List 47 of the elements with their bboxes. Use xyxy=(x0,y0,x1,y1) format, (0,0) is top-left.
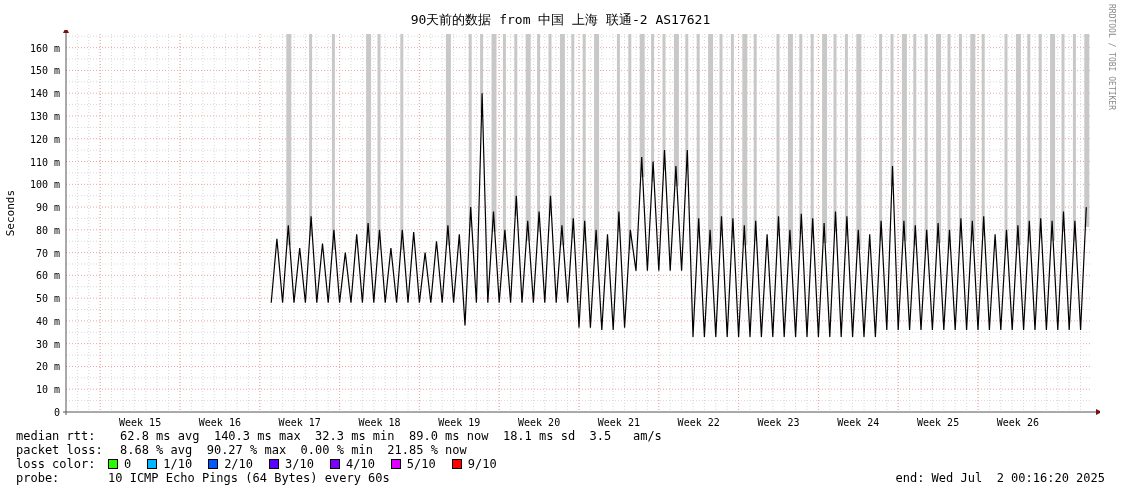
loss-label: 3/10 xyxy=(285,457,314,471)
loss-label: 0 xyxy=(124,457,132,471)
week-label: Week 24 xyxy=(837,417,880,428)
y-tick-label: 90 m xyxy=(35,202,60,214)
y-tick-label: 30 m xyxy=(35,338,60,350)
y-tick-label: 110 m xyxy=(29,156,60,168)
week-label: Week 19 xyxy=(438,417,481,428)
week-label: Week 23 xyxy=(757,417,800,428)
week-label: Week 17 xyxy=(278,417,321,428)
y-tick-label: 130 m xyxy=(29,111,60,122)
week-label: Week 18 xyxy=(358,417,401,428)
y-tick-label: 20 m xyxy=(35,361,60,373)
y-tick-label: 0 xyxy=(53,407,60,418)
chart-title: 90天前的数据 from 中国 上海 联通-2 AS17621 xyxy=(410,13,711,29)
y-tick-label: 160 m xyxy=(29,42,60,54)
loss-label: 1/10 xyxy=(163,457,193,471)
week-label: Week 16 xyxy=(198,417,241,428)
y-tick-label: 40 m xyxy=(35,315,60,327)
y-tick-label: 100 m xyxy=(29,179,60,191)
y-tick-label: 60 m xyxy=(35,270,60,282)
y-tick-label: 120 m xyxy=(29,133,60,145)
y-tick-label: 10 m xyxy=(35,384,60,396)
week-label: Week 20 xyxy=(518,417,561,428)
stat-label: probe: xyxy=(16,471,61,485)
y-tick-label: 50 m xyxy=(35,293,60,305)
stat-label: median rtt: xyxy=(16,429,97,443)
stat-values: 8.68 % avg 90.27 % max 0.00 % min 21.85 % now xyxy=(120,443,467,457)
week-label: Week 21 xyxy=(597,417,640,428)
credit-text: RRDTOOL / TOBI OETIKER xyxy=(1106,4,1115,112)
loss-label: 2/10 xyxy=(224,457,254,471)
loss-label: 4/10 xyxy=(345,457,375,471)
stat-label: loss color: xyxy=(16,457,97,471)
y-tick-label: 80 m xyxy=(35,224,60,236)
end-time: end: Wed Jul 2 00:16:20 2025 xyxy=(895,471,1105,485)
week-label: Week 25 xyxy=(917,417,960,428)
loss-label: 9/10 xyxy=(467,457,497,471)
week-label: Week 26 xyxy=(996,417,1039,428)
week-label: Week 15 xyxy=(119,417,162,428)
axis-title: Seconds xyxy=(4,190,16,237)
week-label: Week 22 xyxy=(677,417,720,428)
y-tick-label: 150 m xyxy=(29,65,60,77)
y-tick-label: 140 m xyxy=(29,88,60,100)
probe-text: 10 ICMP Echo Pings (64 Bytes) every 60s xyxy=(108,471,390,485)
loss-label: 5/10 xyxy=(406,457,436,471)
y-tick-label: 70 m xyxy=(35,247,60,259)
stat-label: packet loss: xyxy=(16,443,104,457)
stat-values: 62.8 ms avg 140.3 ms max 32.3 ms min 89.0 ms now 18.1 ms sd 3.5 am/s xyxy=(120,429,662,443)
